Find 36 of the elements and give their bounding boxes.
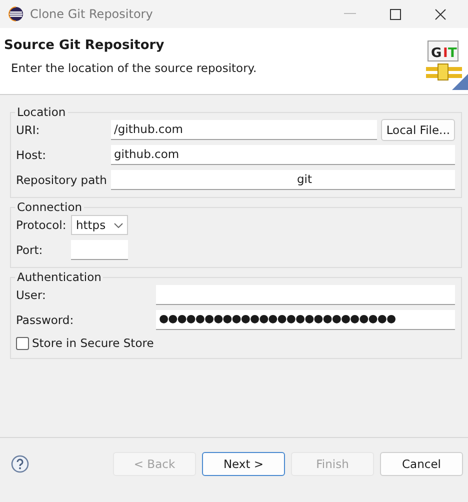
protocol-dropdown[interactable]: https xyxy=(71,215,128,235)
field-label: URI: xyxy=(16,123,41,137)
group-title: Location xyxy=(16,105,67,119)
local-file-button[interactable]: Local File... xyxy=(381,119,455,141)
app-icon xyxy=(8,6,24,22)
dialog-button[interactable]: Next > xyxy=(202,452,285,476)
page-title: Source Git Repository xyxy=(4,38,166,53)
host-field[interactable]: github.com xyxy=(111,145,455,165)
field-label: User: xyxy=(16,288,47,302)
pipe-connector-icon xyxy=(426,64,462,80)
group-title: Connection xyxy=(16,200,84,214)
field-label: Port: xyxy=(16,243,44,257)
field-label: Protocol: xyxy=(16,218,67,232)
field-label: Password: xyxy=(16,313,75,327)
uri-field[interactable]: /github.com xyxy=(111,120,378,140)
help-icon[interactable] xyxy=(11,455,29,473)
dialog-button[interactable]: Cancel xyxy=(380,452,463,476)
checkbox[interactable] xyxy=(16,336,29,350)
password-field[interactable]: ●●●●●●●●●●●●●●●●●●●●●●●●●● xyxy=(156,310,455,330)
logo-letter: G xyxy=(431,46,442,61)
checkbox-label[interactable]: Store in Secure Store xyxy=(32,336,154,350)
port-field[interactable] xyxy=(71,240,128,260)
maximize-icon[interactable] xyxy=(390,8,401,20)
group-title: Authentication xyxy=(16,270,102,284)
logo-frame xyxy=(428,40,458,62)
chevron-down-icon xyxy=(114,222,123,228)
repository-path-field[interactable]: git xyxy=(111,170,455,190)
logo-letter: T xyxy=(448,46,457,61)
field-label: Host: xyxy=(16,148,48,162)
page-description: Enter the location of the source repository. xyxy=(10,61,257,75)
corner-triangle-icon xyxy=(452,74,468,90)
close-icon[interactable] xyxy=(435,8,446,20)
logo-letter: I xyxy=(443,46,448,61)
user-field[interactable] xyxy=(156,285,455,305)
field-label: Repository path xyxy=(16,173,107,187)
window-title: Clone Git Repository xyxy=(30,7,154,21)
